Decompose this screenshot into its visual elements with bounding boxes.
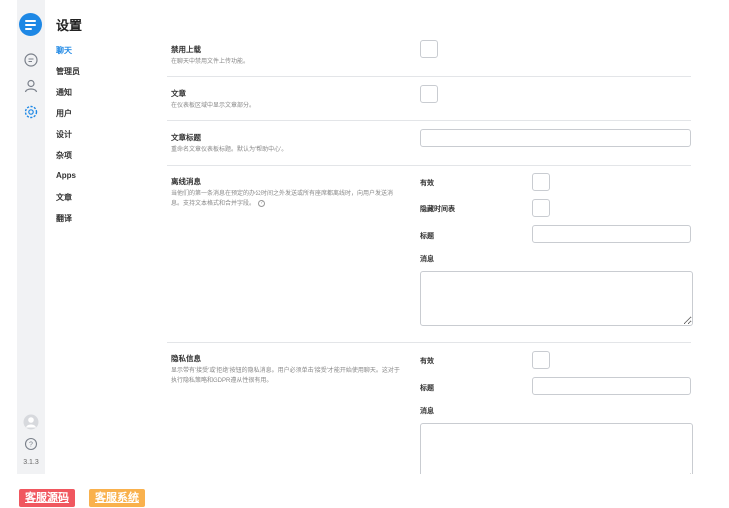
setting-privacy: 隐私信息 显示带有'接受'或'拒绝'按钮的隐私消息。用户必须单击'接受'才能开始… [167,343,693,474]
privacy-message-textarea[interactable] [420,423,693,474]
page-title: 设置 [56,18,83,33]
svg-text:?: ? [29,442,33,449]
setting-articles: 文章 在仪表板区域中显示文章部分。 [167,77,691,121]
setting-offline-message: 离线消息 当他们的第一条消息在预定的办公时间之外发送或所有座席都离线时，向用户发… [167,166,693,343]
setting-title: 文章 [171,89,186,98]
setting-title: 离线消息 [171,177,201,186]
setting-description: 在仪表板区域中显示文章部分。 [171,103,256,109]
setting-title: 隐私信息 [171,354,201,363]
chat-icon[interactable] [23,52,39,68]
app-window: ? 3.1.3 设置 聊天 管理员 通知 用户 设计 杂项 Apps 文章 翻译… [0,0,729,474]
user-icon[interactable] [23,78,39,94]
offline-active-checkbox[interactable] [532,173,550,191]
nav-item-translations[interactable]: 翻译 [56,213,72,224]
active-label: 有效 [420,180,434,187]
setting-description: 当他们的第一条消息在预定的办公时间之外发送或所有座席都离线时，向用户发送消息。支… [171,189,401,209]
setting-description-text: 当他们的第一条消息在预定的办公时间之外发送或所有座席都离线时，向用户发送消息。支… [171,191,394,207]
gear-icon[interactable] [23,104,39,120]
nav-item-articles[interactable]: 文章 [56,192,72,203]
setting-description: 在聊天中禁用文件上传功能。 [171,59,250,65]
setting-title: 文章标题 [171,133,201,142]
nav-item-design[interactable]: 设计 [56,129,72,140]
app-logo-icon[interactable] [19,13,42,36]
privacy-title-input[interactable] [532,377,691,395]
nav-item-users[interactable]: 用户 [56,108,72,119]
setting-title: 禁用上载 [171,45,201,54]
nav-item-apps[interactable]: Apps [56,171,76,180]
settings-content: 禁用上载 在聊天中禁用文件上传功能。 文章 在仪表板区域中显示文章部分。 文章标… [155,0,729,474]
avatar-icon[interactable] [23,414,39,430]
offline-title-input[interactable] [532,225,691,243]
articles-checkbox[interactable] [420,85,438,103]
setting-description: 重命名文章仪表板标题。默认为'帮助中心'。 [171,147,288,153]
setting-disable-upload: 禁用上载 在聊天中禁用文件上传功能。 [167,32,691,77]
nav-item-chat[interactable]: 聊天 [56,45,72,56]
offline-message-textarea[interactable] [420,271,693,326]
icon-rail: ? 3.1.3 [17,0,45,474]
privacy-active-checkbox[interactable] [532,351,550,369]
nav-item-misc[interactable]: 杂项 [56,150,72,161]
footer-link-system[interactable]: 客服系统 [89,489,145,507]
hide-timetable-label: 隐藏时间表 [420,206,455,213]
help-icon[interactable]: ? [23,436,39,452]
title-label: 标题 [420,385,434,392]
settings-nav: 设置 聊天 管理员 通知 用户 设计 杂项 Apps 文章 翻译 [45,0,155,474]
footer-link-source[interactable]: 客服源码 [19,489,75,507]
setting-description: 显示带有'接受'或'拒绝'按钮的隐私消息。用户必须单击'接受'才能开始使用聊天。… [171,368,400,384]
articles-title-input[interactable] [420,129,691,147]
nav-item-notifications[interactable]: 通知 [56,87,72,98]
setting-articles-title: 文章标题 重命名文章仪表板标题。默认为'帮助中心'。 [167,121,691,166]
title-label: 标题 [420,233,434,240]
active-label: 有效 [420,358,434,365]
message-label: 消息 [420,256,434,263]
nav-item-admin[interactable]: 管理员 [56,66,80,77]
message-label: 消息 [420,408,434,415]
info-icon[interactable]: ? [258,199,266,207]
app-version: 3.1.3 [23,459,39,466]
disable-upload-checkbox[interactable] [420,40,438,58]
offline-hide-timetable-checkbox[interactable] [532,199,550,217]
